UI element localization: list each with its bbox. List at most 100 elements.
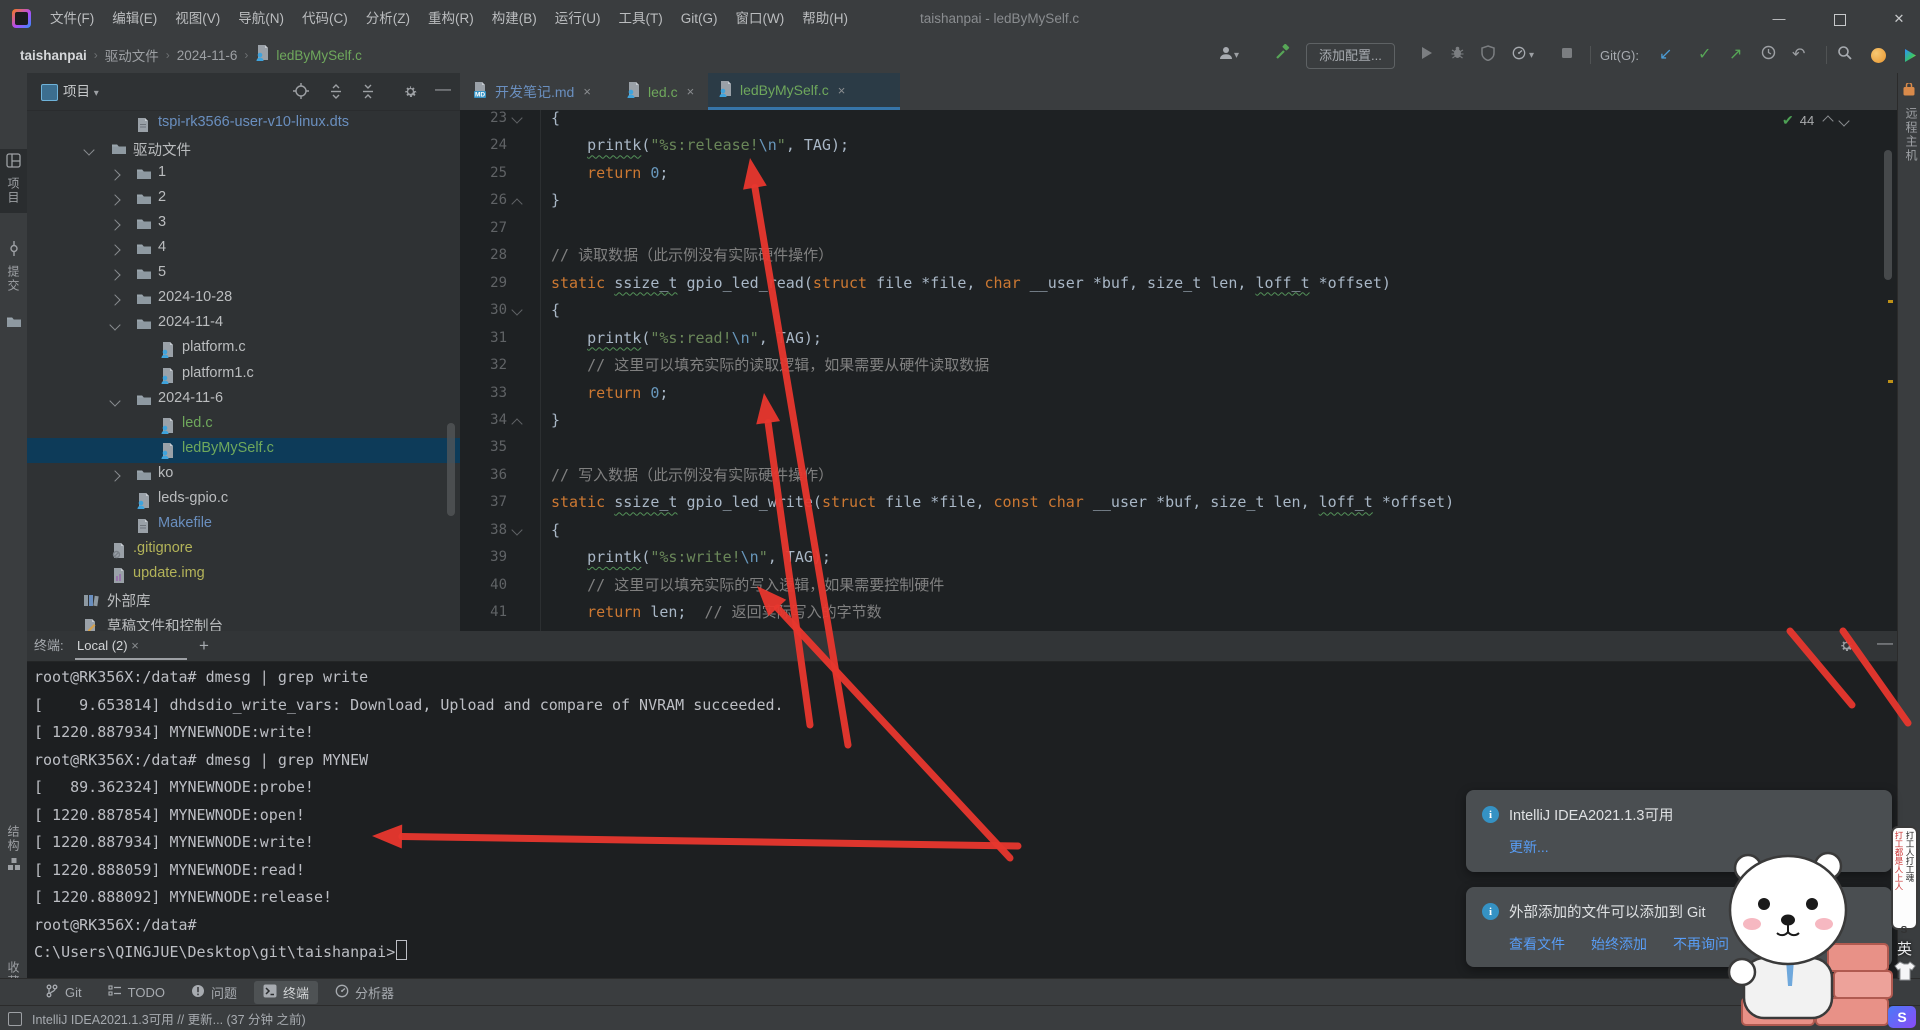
- menu-item[interactable]: 窗口(W): [727, 1, 794, 37]
- tab-close-icon[interactable]: ×: [583, 84, 591, 99]
- tool-window-button-分析器[interactable]: 分析器: [326, 981, 403, 1004]
- status-message[interactable]: IntelliJ IDEA2021.1.3可用 // 更新... (37 分钟 …: [32, 1009, 306, 1028]
- code-line-37[interactable]: 37static ssize_t gpio_led_write(struct f…: [460, 488, 1897, 516]
- sidebar-item-project[interactable]: 项目: [0, 149, 27, 213]
- ide-feature-trainer-icon[interactable]: [1903, 43, 1918, 67]
- chevron-right-icon[interactable]: [109, 194, 120, 205]
- profile-avatar[interactable]: ▾: [1218, 43, 1239, 67]
- fold-marker[interactable]: [511, 524, 522, 535]
- chevron-right-icon[interactable]: [109, 220, 120, 231]
- menu-item[interactable]: 视图(V): [166, 1, 229, 37]
- rollback-icon[interactable]: ↶: [1792, 43, 1805, 67]
- always-add-link[interactable]: 始终添加: [1591, 934, 1647, 954]
- sidebar-item-structure[interactable]: 结构: [0, 825, 27, 876]
- dont-ask-link[interactable]: 不再询问: [1673, 934, 1729, 954]
- menu-item[interactable]: 工具(T): [610, 1, 672, 37]
- collapse-all-icon[interactable]: [361, 84, 375, 104]
- code-line-28[interactable]: 28// 读取数据（此示例没有实际硬件操作）: [460, 241, 1897, 269]
- update-link[interactable]: 更新...: [1509, 837, 1549, 857]
- code-line-41[interactable]: 41 return len; // 返回实际写入的字节数: [460, 598, 1897, 626]
- menu-item[interactable]: 分析(Z): [357, 1, 419, 37]
- tab-close-icon[interactable]: ×: [687, 84, 695, 99]
- menu-item[interactable]: 帮助(H): [793, 1, 857, 37]
- code-line-31[interactable]: 31 printk("%s:read!\n", TAG);: [460, 324, 1897, 352]
- prev-problem-icon[interactable]: [1823, 115, 1834, 126]
- notification-git-add[interactable]: i 外部添加的文件可以添加到 Git 查看文件 始终添加 不再询问: [1466, 887, 1892, 967]
- tree-item-2024-10-28[interactable]: 2024-10-28: [27, 287, 460, 312]
- project-tree[interactable]: tspi-rk3566-user-v10-linux.dts驱动文件123452…: [27, 110, 460, 631]
- tool-window-button-终端[interactable]: 终端: [254, 981, 318, 1004]
- search-everywhere-icon[interactable]: [1837, 43, 1853, 67]
- folder-tool-icon[interactable]: [6, 315, 22, 333]
- chevron-down-icon[interactable]: [83, 144, 94, 155]
- terminal-tab-local[interactable]: Local (2) ×: [77, 631, 139, 661]
- code-line-36[interactable]: 36// 写入数据（此示例没有实际硬件操作）: [460, 461, 1897, 489]
- menu-item[interactable]: 代码(C): [293, 1, 357, 37]
- git-commit-icon[interactable]: ✓: [1698, 43, 1711, 67]
- build-hammer-icon[interactable]: [1274, 43, 1291, 67]
- panel-settings-gear-icon[interactable]: [403, 84, 418, 104]
- plugin-tool-icon[interactable]: [1902, 83, 1916, 102]
- code-line-33[interactable]: 33 return 0;: [460, 379, 1897, 407]
- view-files-link[interactable]: 查看文件: [1509, 934, 1565, 954]
- code-line-27[interactable]: 27: [460, 214, 1897, 242]
- terminal-hide-icon[interactable]: —: [1877, 635, 1893, 653]
- ime-slogan-bubble[interactable]: 打工都是人上人 打工人打工魂: [1891, 826, 1918, 930]
- tree-item-2[interactable]: 2: [27, 187, 460, 212]
- code-line-40[interactable]: 40 // 这里可以填充实际的写入逻辑，如果需要控制硬件: [460, 571, 1897, 599]
- chevron-right-icon[interactable]: [109, 169, 120, 180]
- add-configuration-button[interactable]: 添加配置...: [1306, 43, 1395, 69]
- fold-marker[interactable]: [511, 199, 522, 210]
- menu-item[interactable]: 编辑(E): [103, 1, 166, 37]
- new-terminal-tab-button[interactable]: +: [199, 631, 209, 661]
- fold-marker[interactable]: [511, 112, 522, 123]
- tree-item-2024-11-6[interactable]: 2024-11-6: [27, 388, 460, 413]
- update-notification-icon[interactable]: [1871, 43, 1886, 67]
- chevron-right-icon[interactable]: [109, 245, 120, 256]
- code-line-24[interactable]: 24 printk("%s:release!\n", TAG);: [460, 131, 1897, 159]
- sidebar-item-commit[interactable]: 提交: [0, 241, 27, 293]
- code-line-23[interactable]: 23{: [460, 104, 1897, 132]
- code-line-29[interactable]: 29static ssize_t gpio_led_read(struct fi…: [460, 269, 1897, 297]
- minimize-button[interactable]: —: [1759, 0, 1799, 37]
- chevron-down-icon[interactable]: [109, 320, 120, 331]
- chevron-right-icon[interactable]: [109, 295, 120, 306]
- menu-item[interactable]: 导航(N): [229, 1, 293, 37]
- tree-item-4[interactable]: 4: [27, 237, 460, 262]
- tree-item-ledByMySelf.c[interactable]: ledByMySelf.c: [27, 438, 460, 463]
- project-panel-title[interactable]: 项目 ▾: [63, 73, 99, 112]
- tree-item-1[interactable]: 1: [27, 162, 460, 187]
- menu-item[interactable]: 重构(R): [419, 1, 483, 37]
- history-icon[interactable]: [1761, 43, 1776, 67]
- breadcrumb-item[interactable]: ledByMySelf.c: [276, 48, 362, 63]
- breadcrumb-item[interactable]: taishanpai: [20, 48, 87, 63]
- editor-scrollbar[interactable]: [1884, 150, 1892, 280]
- menu-item[interactable]: Git(G): [672, 1, 727, 37]
- maximize-button[interactable]: [1820, 0, 1860, 37]
- chevron-right-icon[interactable]: [109, 270, 120, 281]
- tree-item-驱动文件[interactable]: 驱动文件: [27, 137, 460, 162]
- breadcrumb-item[interactable]: 驱动文件: [105, 45, 159, 65]
- close-button[interactable]: ✕: [1879, 0, 1919, 37]
- menu-item[interactable]: 文件(F): [41, 1, 103, 37]
- tool-window-button-TODO[interactable]: TODO: [99, 981, 174, 1004]
- expand-all-icon[interactable]: [329, 84, 343, 104]
- tree-item-.gitignore[interactable]: .gitignore: [27, 538, 460, 563]
- chevron-down-icon[interactable]: [109, 395, 120, 406]
- chevron-right-icon[interactable]: [109, 470, 120, 481]
- code-line-39[interactable]: 39 printk("%s:write!\n", TAG);: [460, 543, 1897, 571]
- tree-item-草稿文件和控制台[interactable]: 草稿文件和控制台: [27, 613, 460, 631]
- fold-marker[interactable]: [511, 418, 522, 429]
- ime-logo[interactable]: S: [1888, 1006, 1916, 1028]
- tree-item-platform.c[interactable]: platform.c: [27, 337, 460, 362]
- git-update-icon[interactable]: ↙: [1659, 43, 1672, 67]
- notification-update[interactable]: i IntelliJ IDEA2021.1.3可用 更新...: [1466, 790, 1892, 872]
- code-line-32[interactable]: 32 // 这里可以填充实际的读取逻辑，如果需要从硬件读取数据: [460, 351, 1897, 379]
- tree-item-3[interactable]: 3: [27, 212, 460, 237]
- tree-item-tspi-rk3566-user-v10-linux.dts[interactable]: tspi-rk3566-user-v10-linux.dts: [27, 112, 460, 137]
- code-line-25[interactable]: 25 return 0;: [460, 159, 1897, 187]
- breadcrumb-item[interactable]: 2024-11-6: [177, 48, 238, 63]
- tool-window-button-问题[interactable]: 问题: [182, 981, 246, 1004]
- menu-item[interactable]: 构建(B): [483, 1, 546, 37]
- tree-item-platform1.c[interactable]: platform1.c: [27, 363, 460, 388]
